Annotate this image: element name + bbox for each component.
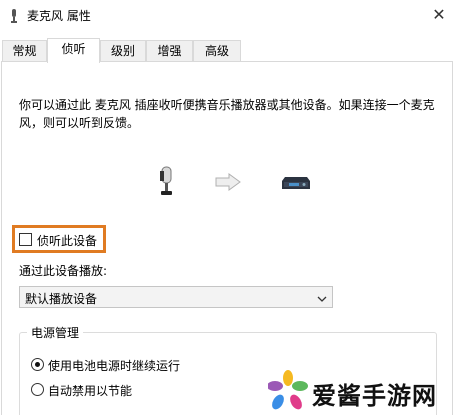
radio-continue-on-battery-label[interactable]: 使用电池电源时继续运行 xyxy=(48,357,180,374)
watermark-text: 爱酱手游网 xyxy=(312,382,437,410)
watermark-flower-icon xyxy=(268,370,308,410)
tab-bar: 常规 侦听 级别 增强 高级 xyxy=(0,38,454,63)
playback-device-icon xyxy=(282,177,310,189)
microphone-icon xyxy=(160,166,172,195)
listen-description: 你可以通过此 麦克风 插座收听便携音乐播放器或其他设备。如果连接一个麦克风，则可… xyxy=(19,98,435,130)
listen-checkbox[interactable] xyxy=(19,233,32,246)
title-bar: 麦克风 属性 ✕ xyxy=(0,0,454,31)
tab-general[interactable]: 常规 xyxy=(2,40,47,62)
tab-enhancements[interactable]: 增强 xyxy=(146,40,193,62)
power-management-label: 电源管理 xyxy=(27,324,84,341)
listen-checkbox-label[interactable]: 侦听此设备 xyxy=(37,232,97,249)
close-button[interactable]: ✕ xyxy=(424,0,454,30)
radio-continue-on-battery[interactable] xyxy=(31,358,44,371)
radio-auto-disable-label[interactable]: 自动禁用以节能 xyxy=(48,382,132,399)
microphone-small-icon xyxy=(11,9,17,23)
chevron-down-icon xyxy=(317,296,327,302)
window-title: 麦克风 属性 xyxy=(27,9,91,23)
tab-listen[interactable]: 侦听 xyxy=(47,38,100,63)
select-value: 默认播放设备 xyxy=(25,292,98,306)
arrow-right-icon xyxy=(215,173,241,191)
play-through-label: 通过此设备播放: xyxy=(19,264,108,278)
watermark-logo: 爱酱手游网 xyxy=(268,368,454,415)
tab-levels[interactable]: 级别 xyxy=(100,40,146,62)
tab-advanced[interactable]: 高级 xyxy=(193,40,241,62)
playback-device-select[interactable]: 默认播放设备 xyxy=(19,286,333,308)
radio-auto-disable[interactable] xyxy=(31,383,44,396)
